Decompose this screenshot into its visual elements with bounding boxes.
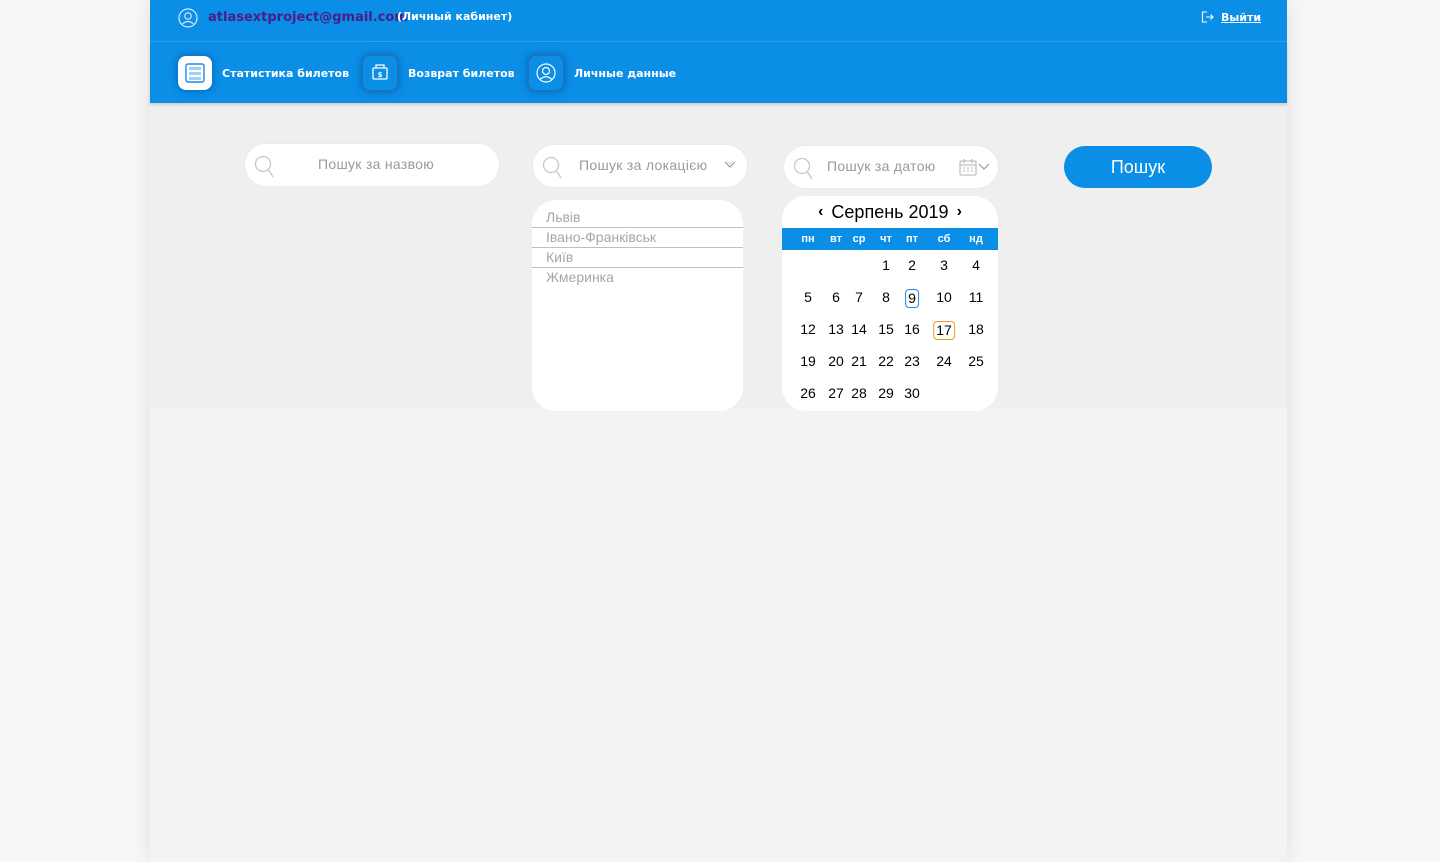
weekday-label: чт — [880, 233, 892, 245]
location-search-input[interactable]: Пошук за локацією — [533, 145, 747, 187]
nav-personal-data[interactable]: Личные данные — [528, 53, 676, 93]
location-option[interactable]: Київ — [532, 248, 743, 268]
calendar-day[interactable]: 22 — [876, 353, 896, 370]
calendar-grid: 1 2 3 4 5 6 7 8 9 10 11 12 13 14 15 16 17 18 19 20 21 22 23 24 2… — [782, 250, 998, 410]
calendar-day[interactable]: 24 — [934, 353, 954, 370]
calendar-day[interactable]: 18 — [966, 321, 986, 338]
calendar-icon[interactable] — [958, 157, 978, 177]
cabinet-link[interactable]: (Личный кабинет) — [397, 10, 512, 23]
location-option[interactable]: Івано-Франківськ — [532, 228, 743, 248]
calendar-day[interactable]: 20 — [826, 353, 846, 370]
ticket-stats-icon — [178, 56, 212, 90]
calendar-day[interactable]: 3 — [938, 257, 950, 274]
weekday-label: ср — [852, 233, 866, 245]
chevron-down-icon[interactable] — [978, 162, 990, 172]
page: atlasextproject@gmail.com (Личный кабине… — [150, 0, 1287, 862]
calendar-day[interactable]: 28 — [849, 385, 869, 402]
calendar-header: ‹ Серпень 2019 › — [782, 200, 998, 224]
calendar-day[interactable]: 15 — [876, 321, 896, 338]
logout-label: Выйти — [1221, 10, 1262, 24]
calendar-day[interactable]: 8 — [880, 289, 892, 306]
top-bar: atlasextproject@gmail.com (Личный кабине… — [150, 0, 1287, 42]
nav-bar: Статистика билетов $ Возврат билетов Лич… — [150, 42, 1287, 103]
weekday-label: сб — [937, 233, 951, 245]
name-search-input[interactable]: Пошук за назвою — [245, 144, 499, 186]
calendar-day[interactable]: 5 — [802, 289, 814, 306]
calendar-day[interactable]: 12 — [798, 321, 818, 338]
calendar-day[interactable]: 30 — [902, 385, 922, 402]
location-option[interactable]: Львів — [532, 208, 743, 228]
calendar-day[interactable]: 19 — [798, 353, 818, 370]
calendar-day[interactable]: 29 — [876, 385, 896, 402]
nav-ticket-refund-label: Возврат билетов — [408, 66, 515, 80]
calendar-day[interactable]: 2 — [906, 257, 918, 274]
calendar-day[interactable]: 13 — [826, 321, 846, 338]
date-search-placeholder: Пошук за датою — [827, 158, 936, 174]
date-search-input[interactable]: Пошук за датою — [784, 146, 998, 188]
nav-ticket-stats[interactable]: Статистика билетов — [178, 53, 349, 93]
location-option[interactable]: Жмеринка — [532, 268, 743, 287]
location-dropdown: Львів Івано-Франківськ Київ Жмеринка — [532, 200, 743, 411]
chevron-left-icon[interactable]: ‹ — [818, 203, 823, 221]
user-icon — [178, 8, 198, 28]
calendar-day[interactable]: 7 — [853, 289, 865, 306]
calendar-day[interactable]: 26 — [798, 385, 818, 402]
ticket-refund-icon: $ — [362, 55, 398, 91]
chevron-down-icon[interactable] — [723, 160, 737, 170]
calendar: ‹ Серпень 2019 › пн вт ср чт пт сб нд 12345678… — [782, 196, 998, 411]
calendar-day[interactable]: 9 — [905, 289, 919, 308]
calendar-day[interactable]: 4 — [970, 257, 982, 274]
calendar-day[interactable]: 25 — [966, 353, 986, 370]
svg-text:$: $ — [378, 71, 383, 79]
nav-ticket-refund[interactable]: $ Возврат билетов — [362, 53, 515, 93]
calendar-weekdays: пн вт ср чт пт сб нд — [782, 228, 998, 250]
calendar-day[interactable]: 21 — [849, 353, 869, 370]
calendar-day[interactable]: 14 — [849, 321, 869, 338]
calendar-day[interactable]: 6 — [830, 289, 842, 306]
nav-personal-data-label: Личные данные — [574, 66, 677, 80]
search-icon — [542, 156, 562, 179]
user-email[interactable]: atlasextproject@gmail.com — [208, 10, 408, 25]
calendar-day[interactable]: 10 — [934, 289, 954, 306]
calendar-day[interactable]: 1 — [880, 257, 892, 274]
search-icon — [793, 157, 813, 180]
calendar-day[interactable]: 23 — [902, 353, 922, 370]
weekday-label: вт — [829, 233, 843, 245]
nav-ticket-stats-label: Статистика билетов — [222, 66, 350, 80]
weekday-label: нд — [969, 233, 983, 245]
user-icon — [528, 55, 564, 91]
weekday-label: пт — [905, 233, 919, 245]
calendar-month: Серпень 2019 — [831, 201, 949, 222]
calendar-day[interactable]: 17 — [933, 321, 955, 340]
calendar-day[interactable]: 11 — [967, 289, 986, 306]
name-search-placeholder: Пошук за назвою — [318, 156, 435, 172]
search-button[interactable]: Пошук — [1064, 146, 1212, 188]
logout-icon — [1201, 11, 1214, 23]
calendar-day[interactable]: 27 — [826, 385, 846, 402]
weekday-label: пн — [801, 233, 815, 245]
search-icon — [254, 155, 274, 178]
chevron-right-icon[interactable]: › — [957, 203, 962, 221]
logout-button[interactable]: Выйти — [1201, 9, 1261, 25]
location-search-placeholder: Пошук за локацією — [579, 157, 708, 173]
calendar-day[interactable]: 16 — [902, 321, 922, 338]
